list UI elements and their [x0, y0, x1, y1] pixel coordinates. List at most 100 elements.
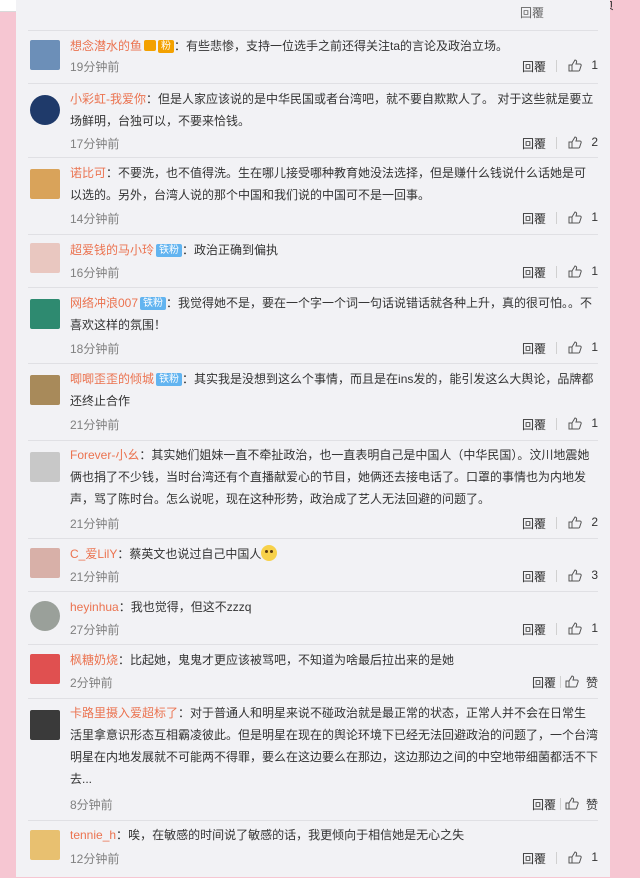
reply-button[interactable]: 回覆 [532, 796, 556, 813]
cat-emoji-icon [261, 545, 278, 561]
avatar[interactable] [30, 830, 60, 860]
comment-meta: 21分钟前 回覆 3 [70, 568, 598, 586]
reply-button[interactable]: 回覆 [522, 264, 546, 281]
avatar[interactable] [30, 169, 60, 199]
reply-button[interactable]: 回覆 [522, 515, 546, 532]
avatar[interactable] [30, 243, 60, 273]
username[interactable]: 小彩虹-我爱你 [70, 92, 146, 106]
comment-time: 21分钟前 [70, 570, 120, 584]
comment-meta: 18分钟前 回覆 1 [70, 340, 598, 358]
comment-item: 超爱钱的马小玲 铁粉 ：政治正确到偏执 16分钟前 回覆 1 [28, 234, 598, 287]
avatar[interactable] [30, 95, 60, 125]
thumb-up-icon [568, 211, 582, 224]
like-count: 2 [591, 515, 598, 529]
comment-text: 蔡英文也说过自己中国人 [129, 547, 262, 561]
comment-meta: 8分钟前 回覆 赞 [70, 796, 598, 814]
comment-item: Forever-小幺：其实她们姐妹一直不牵扯政治，也一直表明自己是中国人（中华民… [28, 440, 598, 538]
reply-button[interactable]: 回覆 [522, 621, 546, 638]
username[interactable]: Forever-小幺 [70, 448, 139, 462]
comment-item: tennie_h：唉，在敏感的时间说了敏感的话，我更倾向于相信她是无心之失 12… [28, 820, 598, 878]
comment-meta: 2分钟前 回覆 赞 [70, 674, 598, 692]
comment-text: 不要洗，也不值得洗。生在哪儿接受哪种教育她没法选择，但是赚什么钱说什么话她是可以… [70, 166, 587, 202]
thumb-up-icon [568, 265, 582, 278]
username[interactable]: heyinhua [70, 600, 119, 614]
username[interactable]: 枫糖奶烧 [70, 653, 118, 667]
like-count: 1 [591, 264, 598, 278]
divider [556, 418, 557, 430]
avatar[interactable] [30, 299, 60, 329]
username[interactable]: 超爱钱的马小玲 [70, 243, 154, 257]
avatar[interactable] [30, 548, 60, 578]
avatar[interactable] [30, 40, 60, 70]
avatar[interactable] [30, 375, 60, 405]
fan-badge: 铁粉 [156, 373, 183, 386]
like-count: 3 [591, 568, 598, 582]
username[interactable]: 卡路里摄入爱超标了 [70, 706, 178, 720]
divider [560, 798, 561, 810]
comment-item: 卡路里摄入爱超标了：对于普通人和明星来说不碰政治就是最正常的状态，正常人并不会在… [28, 698, 598, 820]
thumb-up-icon [565, 675, 579, 688]
divider [560, 676, 561, 688]
thumb-up-icon [568, 59, 582, 72]
like-count: 1 [591, 850, 598, 864]
reply-button[interactable]: 回覆 [520, 4, 544, 21]
comment-item: 小彩虹-我爱你：但是人家应该说的是中华民国或者台湾吧，就不要自欺欺人了。 对于这… [28, 83, 598, 157]
thumb-up-icon [568, 622, 582, 635]
comment-meta: 14分钟前 回覆 1 [70, 210, 598, 228]
like-count: 1 [591, 340, 598, 354]
like-count: 1 [591, 416, 598, 430]
comment-text: 政治正确到偏执 [194, 243, 279, 257]
username[interactable]: 想念潜水的鱼 [70, 39, 142, 53]
username[interactable]: 网络冲浪007 [70, 296, 138, 310]
comment-body: 网络冲浪007 铁粉 ：我觉得她不是，要在一个字一个词一句话说错话就各种上升，真的很… [70, 296, 593, 332]
username[interactable]: 诺比可 [70, 166, 106, 180]
comment-time: 21分钟前 [70, 517, 120, 531]
comment-item: 想念潜水的鱼粉：有些悲惨，支持一位选手之前还得关注ta的言论及政治立场。 19分… [28, 30, 598, 83]
comment-item: 枫糖奶烧：比起她，鬼鬼才更应该被骂吧，不知道为啥最后拉出来的是她 2分钟前 回覆… [28, 644, 598, 698]
comment-text: 比起她，鬼鬼才更应该被骂吧，不知道为啥最后拉出来的是她 [130, 653, 455, 667]
comment-item: 网络冲浪007 铁粉 ：我觉得她不是，要在一个字一个词一句话说错话就各种上升，真的很… [28, 287, 598, 363]
avatar[interactable] [30, 710, 60, 740]
like-label: 赞 [585, 676, 598, 690]
comment-body: 想念潜水的鱼粉：有些悲惨，支持一位选手之前还得关注ta的言论及政治立场。 [70, 39, 509, 53]
comment-body: tennie_h：唉，在敏感的时间说了敏感的话，我更倾向于相信她是无心之失 [70, 828, 465, 842]
reply-button[interactable]: 回覆 [522, 568, 546, 585]
comment-time: 18分钟前 [70, 342, 120, 356]
comment-text: 唉，在敏感的时间说了敏感的话，我更倾向于相信她是无心之失 [128, 828, 465, 842]
comment-text: 其实她们姐妹一直不牵扯政治，也一直表明自己是中国人（中华民国）。汶川地震她俩也捐… [70, 448, 590, 506]
comment-meta: 21分钟前 回覆 2 [70, 515, 598, 533]
comment-meta: 12分钟前 回覆 1 [70, 850, 598, 868]
username[interactable]: 唧唧歪歪的倾城 [70, 372, 154, 386]
username[interactable]: C_爱LilY [70, 547, 117, 561]
like-count: 1 [591, 210, 598, 224]
divider [556, 570, 557, 582]
comment-body: C_爱LilY：蔡英文也说过自己中国人 [70, 543, 598, 565]
comment-time: 2分钟前 [70, 676, 113, 690]
comment-body: 诺比可：不要洗，也不值得洗。生在哪儿接受哪种教育她没法选择，但是赚什么钱说什么话… [70, 166, 587, 202]
divider [556, 517, 557, 529]
reply-button[interactable]: 回覆 [522, 210, 546, 227]
reply-button[interactable]: 回覆 [522, 416, 546, 433]
divider [556, 60, 557, 72]
reply-button[interactable]: 回覆 [522, 850, 546, 867]
reply-button[interactable]: 回覆 [532, 674, 556, 691]
avatar[interactable] [30, 452, 60, 482]
thumb-up-icon [568, 136, 582, 149]
comment-meta: 19分钟前 回覆 1 [70, 58, 598, 76]
comment-time: 17分钟前 [70, 137, 120, 151]
comment-body: 超爱钱的马小玲 铁粉 ：政治正确到偏执 [70, 243, 279, 257]
username[interactable]: tennie_h [70, 828, 116, 842]
reply-button[interactable]: 回覆 [522, 340, 546, 357]
avatar[interactable] [30, 601, 60, 631]
comment-text: 我也觉得，但这不zzzq [130, 600, 252, 614]
reply-button[interactable]: 回覆 [522, 135, 546, 152]
comment-text: 有些悲惨，支持一位选手之前还得关注ta的言论及政治立场。 [186, 39, 509, 53]
like-count: 2 [591, 135, 598, 149]
avatar[interactable] [30, 654, 60, 684]
like-count: 1 [591, 621, 598, 635]
thumb-up-icon [568, 516, 582, 529]
divider [556, 852, 557, 864]
reply-button[interactable]: 回覆 [522, 58, 546, 75]
comment-body: 唧唧歪歪的倾城 铁粉 ：其实我是没想到这么个事情，而且是在ins发的，能引发这么大舆… [70, 372, 594, 408]
comment-text: 但是人家应该说的是中华民国或者台湾吧，就不要自欺欺人了。 对于这些就是要立场鲜明… [70, 92, 594, 128]
